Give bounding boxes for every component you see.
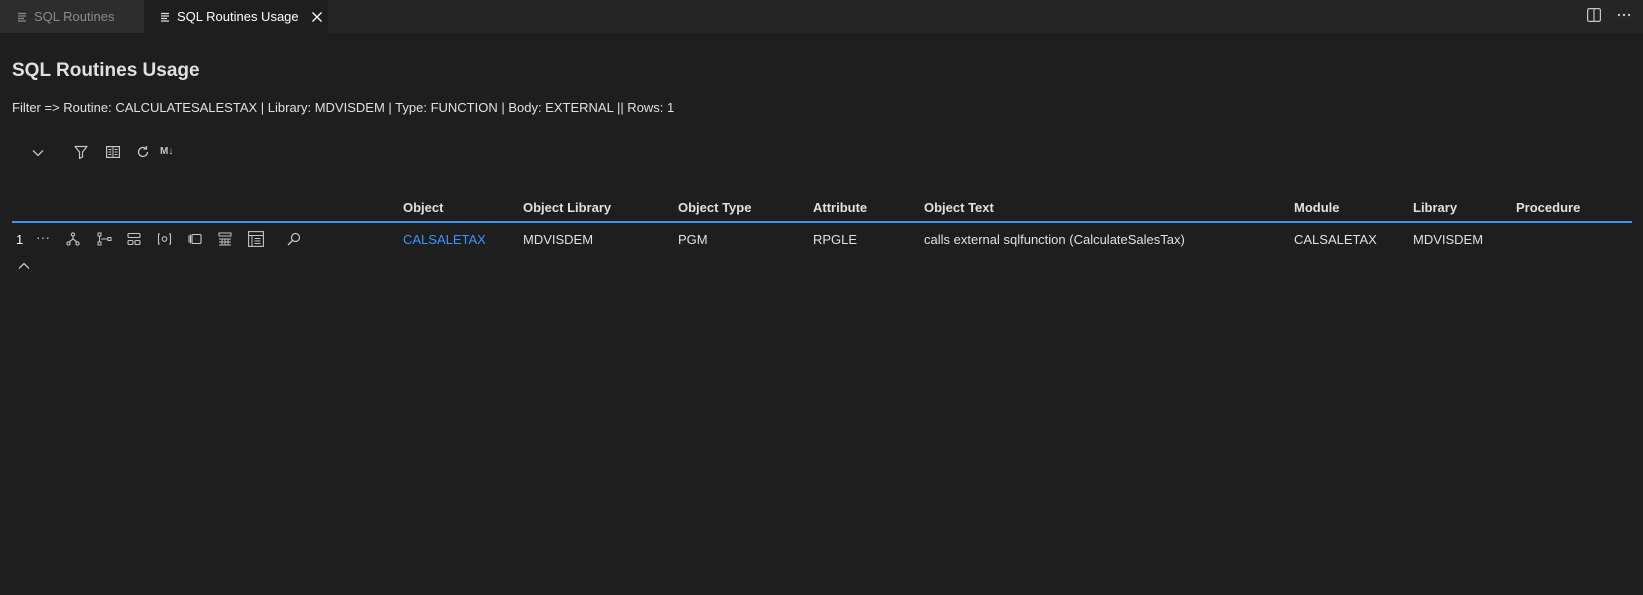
- tab-sql-routines-usage[interactable]: SQL Routines Usage: [144, 0, 328, 33]
- page-title: SQL Routines Usage: [12, 60, 200, 81]
- tab-bar: SQL Routines SQL Routines Usage: [0, 0, 1643, 33]
- column-header-library[interactable]: Library: [1413, 200, 1457, 215]
- preview-icon: [18, 12, 27, 22]
- cell-object-type: PGM: [678, 232, 708, 247]
- more-actions-icon[interactable]: [1617, 13, 1631, 17]
- filter-summary: Filter => Routine: CALCULATESALESTAX | L…: [12, 100, 675, 115]
- table-grid-icon[interactable]: [218, 229, 232, 249]
- table-row: 1 ··· CALSALETAX MDVISDEM PGM RPGLE call…: [0, 229, 1643, 249]
- column-header-object-text[interactable]: Object Text: [924, 200, 994, 215]
- close-icon[interactable]: [311, 11, 323, 23]
- tab-sql-routines[interactable]: SQL Routines: [0, 0, 144, 33]
- hierarchy-icon[interactable]: [66, 229, 80, 249]
- cell-attribute: RPGLE: [813, 232, 858, 247]
- filter-icon[interactable]: [74, 145, 88, 159]
- markdown-icon[interactable]: M↓: [160, 146, 173, 157]
- table-header: Object Object Library Object Type Attrib…: [0, 200, 1643, 218]
- split-editor-icon[interactable]: [1587, 8, 1601, 22]
- columns-icon[interactable]: [106, 145, 120, 159]
- column-header-object[interactable]: Object: [403, 200, 443, 215]
- chevron-down-icon[interactable]: [32, 149, 44, 157]
- column-header-module[interactable]: Module: [1294, 200, 1340, 215]
- column-header-object-library[interactable]: Object Library: [523, 200, 611, 215]
- preview-icon: [161, 12, 170, 22]
- column-header-procedure[interactable]: Procedure: [1516, 200, 1580, 215]
- related-objects-icon[interactable]: [97, 229, 113, 249]
- cell-module: CALSALETAX: [1294, 232, 1377, 247]
- row-number: 1: [16, 232, 24, 247]
- cell-library: MDVISDEM: [1413, 232, 1484, 247]
- symbol-icon[interactable]: [157, 229, 172, 249]
- cell-object-link[interactable]: CALSALETAX: [403, 232, 486, 247]
- layout-icon[interactable]: [127, 229, 141, 249]
- tab-label: SQL Routines: [34, 9, 115, 24]
- tab-label: SQL Routines Usage: [177, 9, 299, 24]
- preview-icon[interactable]: [248, 229, 264, 249]
- cell-object-library: MDVISDEM: [523, 232, 594, 247]
- column-header-attribute[interactable]: Attribute: [813, 200, 867, 215]
- panel-icon[interactable]: [188, 229, 202, 249]
- column-header-object-type[interactable]: Object Type: [678, 200, 751, 215]
- cell-object-text: calls external sqlfunction (CalculateSal…: [924, 232, 1185, 247]
- chevron-up-icon[interactable]: [18, 262, 30, 270]
- row-more-button[interactable]: ···: [36, 229, 50, 245]
- header-divider: [12, 221, 1632, 223]
- search-icon[interactable]: [287, 229, 301, 249]
- refresh-icon[interactable]: [136, 145, 150, 159]
